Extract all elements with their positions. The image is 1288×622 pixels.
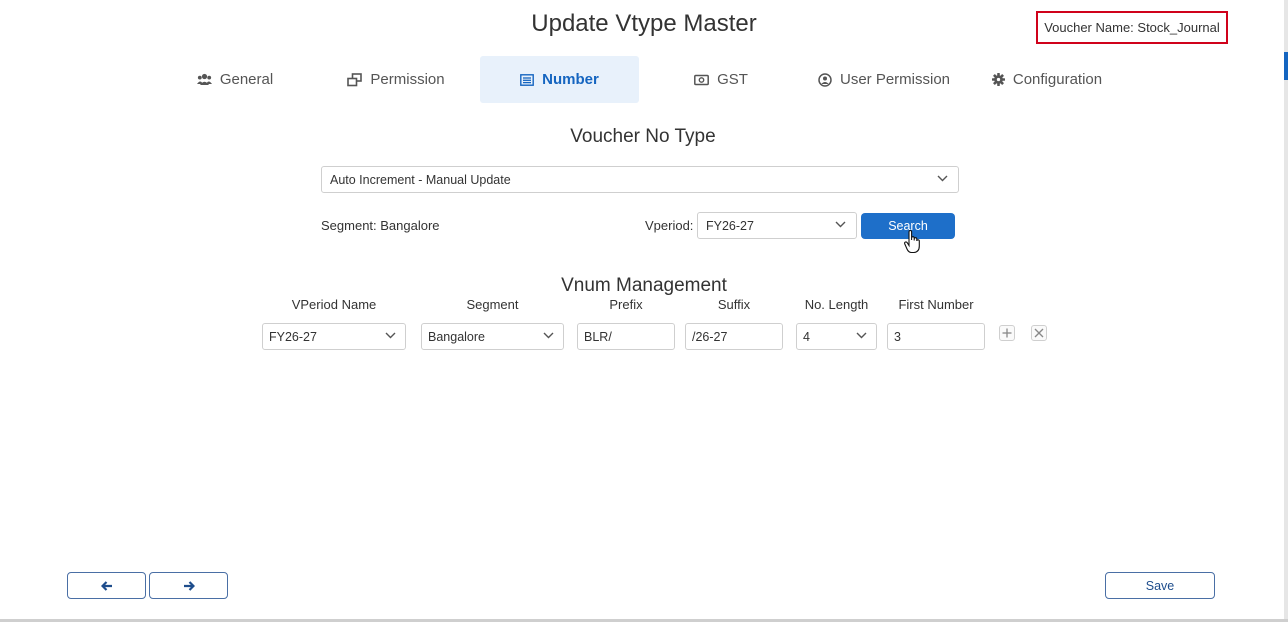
- column-header-suffix: Suffix: [717, 297, 751, 312]
- tab-label: Number: [542, 71, 599, 88]
- user-circle-icon: [818, 72, 832, 87]
- column-header-vperiod-name: VPeriod Name: [291, 297, 377, 312]
- next-button[interactable]: [149, 572, 228, 599]
- arrow-left-icon: [100, 580, 112, 591]
- chevron-down-icon: [856, 332, 867, 339]
- no-length-select[interactable]: 4: [796, 323, 877, 350]
- vperiod-value: FY26-27: [706, 218, 754, 233]
- vperiod-select[interactable]: FY26-27: [697, 212, 857, 239]
- tab-general[interactable]: General: [180, 56, 290, 103]
- add-row-button[interactable]: [999, 325, 1015, 341]
- tab-configuration[interactable]: Configuration: [978, 56, 1116, 103]
- voucher-no-type-value: Auto Increment - Manual Update: [330, 172, 511, 187]
- chevron-down-icon: [385, 332, 396, 339]
- chevron-down-icon: [543, 332, 554, 339]
- copy-icon: [347, 72, 363, 86]
- first-number-value: 3: [894, 329, 901, 344]
- prefix-value: BLR/: [584, 329, 612, 344]
- prefix-input[interactable]: BLR/: [577, 323, 675, 350]
- plus-icon: [1002, 328, 1012, 338]
- previous-button[interactable]: [67, 572, 146, 599]
- vperiod-name-select[interactable]: FY26-27: [262, 323, 406, 350]
- tab-number[interactable]: Number: [480, 56, 639, 103]
- vtype-master-page: Update Vtype Master Voucher Name: Stock_…: [0, 0, 1288, 622]
- vperiod-name-value: FY26-27: [269, 329, 317, 344]
- users-icon: [196, 73, 212, 85]
- list-icon: [520, 73, 535, 86]
- voucher-name-badge: Voucher Name: Stock_Journal: [1036, 11, 1228, 44]
- column-header-first-number: First Number: [898, 297, 974, 312]
- suffix-value: /26-27: [692, 329, 728, 344]
- tab-label: User Permission: [839, 71, 951, 88]
- vnum-management-heading: Vnum Management: [561, 275, 727, 296]
- column-header-prefix: Prefix: [609, 297, 643, 312]
- segment-label: Segment: Bangalore: [321, 218, 440, 233]
- tab-label: GST: [717, 71, 748, 88]
- voucher-no-type-select[interactable]: Auto Increment - Manual Update: [321, 166, 959, 193]
- first-number-input[interactable]: 3: [887, 323, 985, 350]
- vperiod-label: Vperiod:: [645, 218, 694, 233]
- tab-label: General: [219, 71, 274, 88]
- tab-label: Configuration: [1012, 71, 1103, 88]
- segment-select[interactable]: Bangalore: [421, 323, 564, 350]
- voucher-no-type-heading: Voucher No Type: [570, 126, 716, 147]
- remove-row-button[interactable]: [1031, 325, 1047, 341]
- chevron-down-icon: [937, 175, 948, 182]
- column-header-no-length: No. Length: [804, 297, 869, 312]
- tab-user-permission[interactable]: User Permission: [805, 56, 963, 103]
- tab-gst[interactable]: GST: [676, 56, 766, 103]
- no-length-value: 4: [803, 329, 810, 344]
- save-button[interactable]: Save: [1105, 572, 1215, 599]
- close-icon: [1034, 328, 1044, 338]
- tab-bar: General Permission Number GST User Permi…: [0, 56, 1288, 104]
- gear-icon: [991, 73, 1005, 86]
- hand-pointer-icon: [904, 230, 920, 254]
- arrow-right-icon: [183, 580, 195, 591]
- segment-value: Bangalore: [428, 329, 485, 344]
- suffix-input[interactable]: /26-27: [685, 323, 783, 350]
- chevron-down-icon: [835, 221, 846, 228]
- tab-label: Permission: [370, 71, 445, 88]
- tab-permission[interactable]: Permission: [330, 56, 462, 103]
- money-icon: [694, 74, 710, 85]
- column-header-segment: Segment: [466, 297, 519, 312]
